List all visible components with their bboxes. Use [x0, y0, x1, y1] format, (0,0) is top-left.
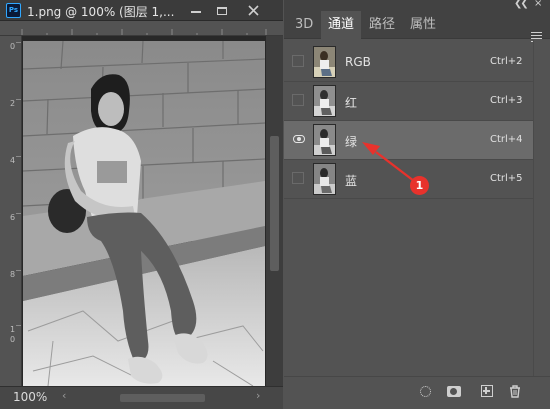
minimize-icon[interactable]	[183, 0, 209, 21]
trash-icon[interactable]	[509, 385, 521, 398]
channel-name: RGB	[345, 55, 371, 69]
scroll-left-icon[interactable]: ‹	[62, 389, 66, 402]
document-window: Ps 1.png @ 100% (图层 1,... 0 2 4 6 8 1 0 …	[0, 0, 283, 409]
channel-shortcut: Ctrl+4	[490, 134, 523, 145]
photoshop-logo-icon: Ps	[6, 3, 21, 18]
maximize-icon[interactable]	[209, 0, 235, 21]
load-selection-icon[interactable]	[420, 386, 431, 397]
ruler-label: 2	[10, 99, 16, 108]
channel-shortcut: Ctrl+2	[490, 56, 523, 67]
visibility-toggle[interactable]	[292, 172, 304, 184]
scroll-right-icon[interactable]: ›	[256, 389, 260, 402]
tab-properties[interactable]: 属性	[403, 11, 443, 39]
eye-icon[interactable]	[293, 135, 305, 143]
grayscale-photo	[23, 41, 265, 386]
channel-shortcut: Ctrl+3	[490, 95, 523, 106]
ruler-label: 0	[10, 42, 16, 51]
vertical-ruler[interactable]: 0 2 4 6 8 1 0	[0, 36, 22, 386]
tab-channels[interactable]: 通道	[321, 11, 362, 40]
channel-list-scrollbar[interactable]	[533, 40, 550, 376]
document-tab[interactable]: Ps 1.png @ 100% (图层 1,...	[0, 0, 283, 21]
zoom-level[interactable]: 100%	[13, 390, 47, 404]
panel-tabs: 3D 通道 路径 属性	[284, 11, 550, 42]
channel-name: 蓝	[345, 174, 358, 188]
channel-row-green[interactable]: 绿 Ctrl+4	[284, 121, 533, 160]
canvas[interactable]	[22, 36, 266, 386]
channel-row-blue[interactable]: 蓝 Ctrl+5	[284, 160, 533, 199]
visibility-toggle[interactable]	[292, 94, 304, 106]
tab-3d[interactable]: 3D	[288, 11, 320, 39]
horizontal-ruler[interactable]	[0, 21, 283, 36]
tab-paths[interactable]: 路径	[362, 11, 402, 39]
channel-name: 绿	[345, 135, 358, 149]
close-panel-icon[interactable]: ×	[534, 0, 542, 9]
collapse-icon[interactable]: ❮❮	[514, 0, 529, 9]
channel-row-rgb[interactable]: RGB Ctrl+2	[284, 43, 533, 82]
visibility-toggle[interactable]	[292, 55, 304, 67]
annotation-badge: 1	[410, 176, 429, 195]
ruler-label: 0	[10, 335, 16, 344]
ruler-label: 1	[10, 325, 16, 334]
ruler-label: 8	[10, 270, 16, 279]
channels-panel: ❮❮ × 3D 通道 路径 属性 RGB Ctrl+2 红 Ctrl+3 绿 C…	[284, 0, 550, 409]
save-mask-icon[interactable]	[447, 386, 461, 397]
channel-row-red[interactable]: 红 Ctrl+3	[284, 82, 533, 121]
channel-thumbnail	[313, 85, 336, 117]
channel-thumbnail	[313, 46, 336, 78]
close-icon[interactable]	[240, 0, 266, 21]
ruler-label: 6	[10, 213, 16, 222]
channel-thumbnail	[313, 124, 336, 156]
channel-thumbnail	[313, 163, 336, 195]
document-title: 1.png @ 100% (图层 1,...	[27, 5, 175, 19]
horizontal-scrollbar-thumb[interactable]	[120, 394, 205, 402]
new-channel-icon[interactable]	[481, 385, 493, 397]
vertical-scrollbar[interactable]	[266, 36, 283, 386]
panel-header: ❮❮ ×	[284, 0, 550, 11]
scrollbar-thumb[interactable]	[270, 136, 279, 271]
ruler-label: 4	[10, 156, 16, 165]
channel-shortcut: Ctrl+5	[490, 173, 523, 184]
status-bar: 100% ‹ ›	[0, 386, 283, 409]
panel-footer	[284, 376, 550, 409]
channel-name: 红	[345, 96, 358, 110]
